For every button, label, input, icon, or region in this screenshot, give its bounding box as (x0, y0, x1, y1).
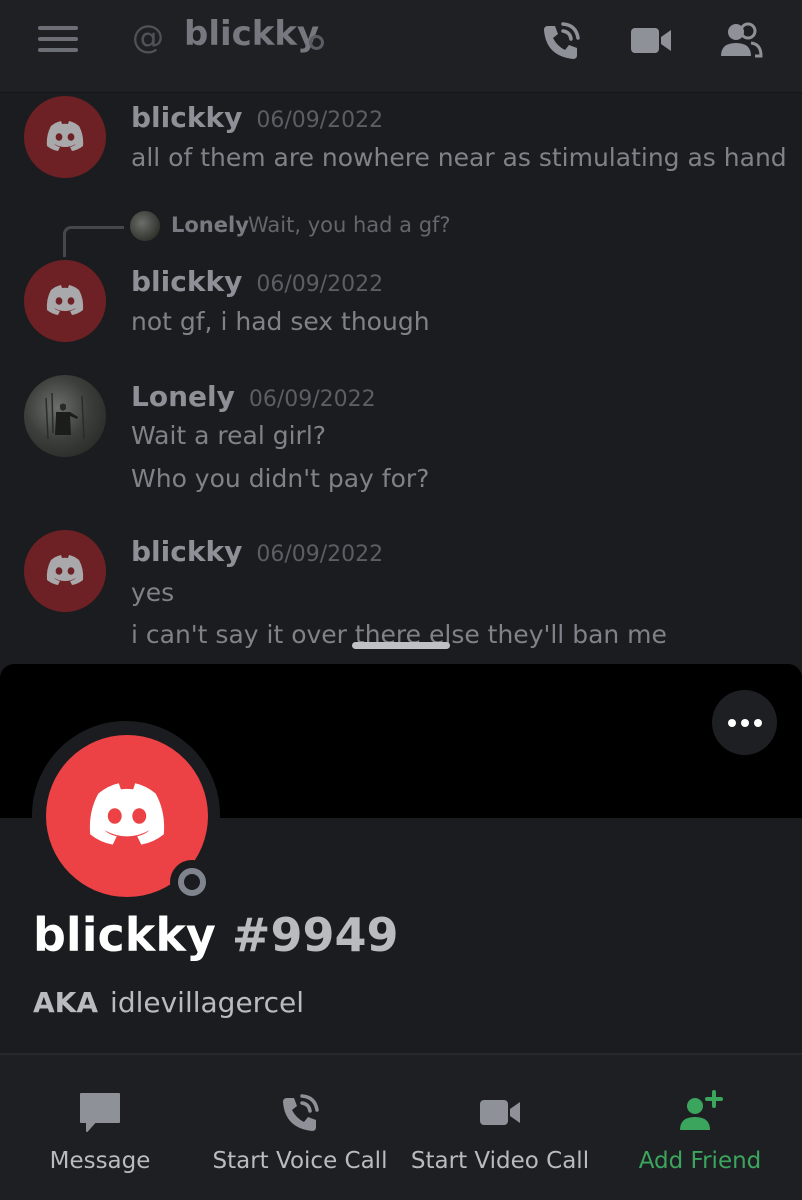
members-button[interactable] (718, 18, 764, 64)
video-camera-icon (631, 28, 671, 53)
message-text: yes (131, 578, 175, 607)
reply-connector (63, 226, 124, 257)
dot (740, 718, 749, 727)
message-list[interactable]: blickky 06/09/2022 all of them are nowher… (0, 93, 802, 668)
add-friend-label: Add Friend (638, 1148, 762, 1174)
author-name[interactable]: blickky (131, 535, 242, 568)
message-author[interactable]: blickky 06/09/2022 (131, 101, 383, 134)
discord-logo-icon (46, 285, 84, 315)
avatar[interactable] (24, 530, 106, 612)
message-text: Wait a real girl? (131, 421, 327, 450)
more-options-button[interactable] (712, 690, 777, 755)
channel-title[interactable]: blickky (184, 14, 319, 54)
message-button[interactable]: Message (0, 1055, 200, 1200)
add-friend-button[interactable]: Add Friend (600, 1055, 800, 1200)
aka-value: idlevillagercel (110, 986, 304, 1019)
start-voice-call-button[interactable]: Start Voice Call (200, 1055, 400, 1200)
phone-call-icon (544, 22, 580, 59)
profile-sheet: blickky #9949 AKA idlevillagercel Message… (0, 664, 802, 1200)
profile-tag: #9949 (231, 908, 399, 962)
profile-username: blickky (33, 908, 216, 962)
phone-call-icon (283, 1094, 319, 1131)
message-text: all of them are nowhere near as stimulat… (131, 143, 787, 172)
message-timestamp: 06/09/2022 (248, 387, 376, 412)
reply-preview[interactable]: Wait, you had a gf? (248, 213, 451, 237)
video-call-label: Start Video Call (410, 1148, 590, 1174)
discord-logo-icon (46, 555, 84, 585)
video-camera-icon (480, 1100, 520, 1125)
user-photo-icon (45, 393, 85, 439)
profile-actions: Message Start Voice Call Start Video Cal… (0, 1055, 802, 1200)
voice-call-button[interactable] (538, 18, 584, 64)
members-icon (721, 22, 763, 58)
aka-row: AKA idlevillagercel (33, 986, 304, 1019)
message-author[interactable]: Lonely 06/09/2022 (131, 380, 376, 413)
sheet-drag-handle[interactable] (352, 642, 450, 649)
add-friend-icon (680, 1090, 723, 1130)
dot (753, 718, 762, 727)
avatar[interactable] (24, 96, 106, 178)
author-name[interactable]: Lonely (131, 380, 235, 413)
offline-status-icon (178, 868, 206, 896)
status-indicator (309, 35, 324, 50)
message-text: Who you didn't pay for? (131, 464, 430, 493)
discord-logo-icon (89, 783, 165, 845)
message-label: Message (49, 1148, 151, 1174)
message-text: not gf, i had sex though (131, 307, 430, 336)
message-icon (80, 1093, 120, 1132)
avatar[interactable] (24, 375, 106, 457)
message-timestamp: 06/09/2022 (256, 108, 384, 133)
avatar[interactable] (24, 260, 106, 342)
at-icon: @ (132, 18, 164, 56)
reply-avatar (130, 211, 160, 241)
message-author[interactable]: blickky 06/09/2022 (131, 535, 383, 568)
menu-icon[interactable] (38, 26, 78, 52)
author-name[interactable]: blickky (131, 101, 242, 134)
video-call-button[interactable] (628, 18, 674, 64)
profile-name: blickky #9949 (33, 908, 399, 962)
message-timestamp: 06/09/2022 (256, 272, 384, 297)
start-video-call-button[interactable]: Start Video Call (400, 1055, 600, 1200)
top-bar: @ blickky (0, 0, 802, 93)
message-timestamp: 06/09/2022 (256, 542, 384, 567)
voice-call-label: Start Voice Call (212, 1148, 388, 1174)
discord-logo-icon (46, 121, 84, 151)
aka-label: AKA (33, 986, 99, 1019)
author-name[interactable]: blickky (131, 265, 242, 298)
reply-author[interactable]: Lonely (171, 213, 249, 237)
message-author[interactable]: blickky 06/09/2022 (131, 265, 383, 298)
dot (727, 718, 736, 727)
